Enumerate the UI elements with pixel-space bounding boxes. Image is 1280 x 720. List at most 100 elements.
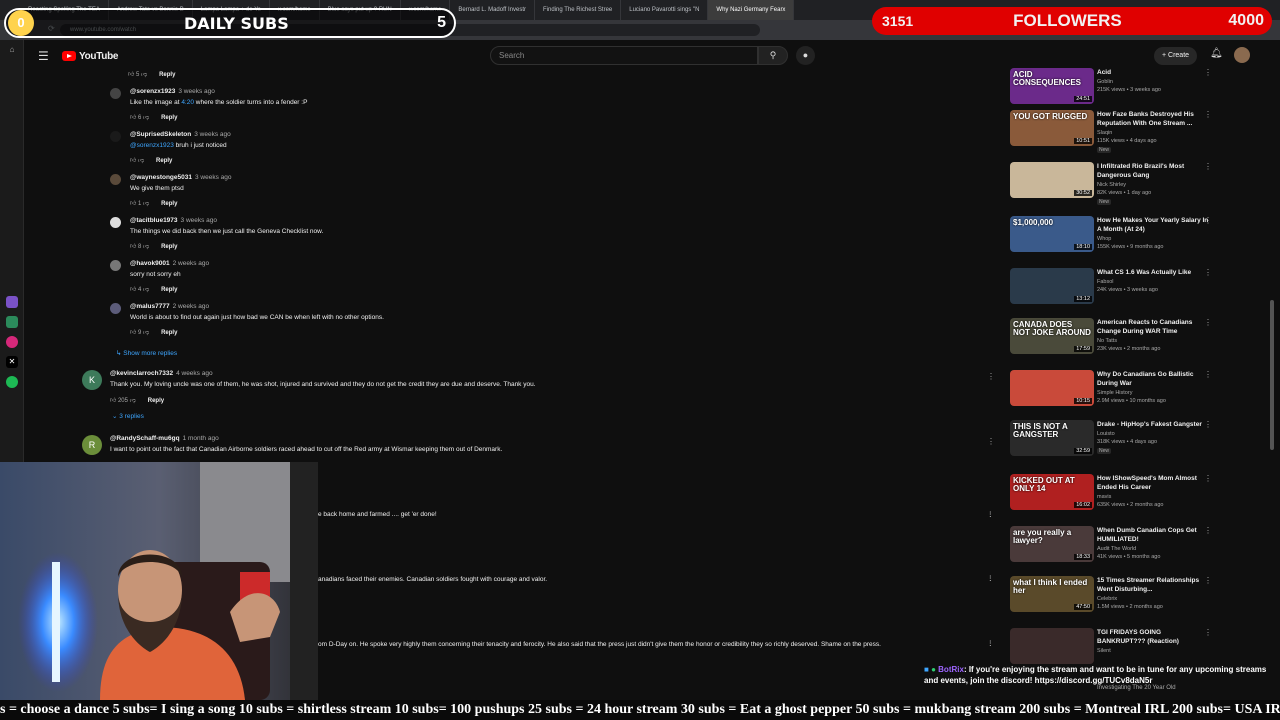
comment-author[interactable]: @waynestonge5031 3 weeks ago: [130, 174, 231, 181]
more-options-icon[interactable]: ⋮: [987, 639, 994, 647]
more-options-icon[interactable]: ⋮: [1204, 370, 1212, 379]
video-title[interactable]: TGI FRIDAYS GOING BANKRUPT??? (Reaction): [1097, 628, 1209, 646]
channel-name[interactable]: Fabsol: [1097, 279, 1114, 285]
comment-author[interactable]: @SuprisedSkeleton 3 weeks ago: [130, 131, 231, 138]
dislike-icon[interactable]: 👎︎: [143, 244, 149, 250]
reply-button[interactable]: Reply: [161, 201, 177, 207]
youtube-logo[interactable]: YouTube: [62, 51, 119, 62]
video-thumbnail[interactable]: 10:15: [1010, 370, 1094, 406]
video-title[interactable]: What CS 1.6 Was Actually Like: [1097, 268, 1209, 277]
more-options-icon[interactable]: ⋮: [1204, 526, 1212, 535]
notifications-bell-icon[interactable]: 🔔︎: [1210, 48, 1223, 59]
video-title[interactable]: How Faze Banks Destroyed His Reputation …: [1097, 110, 1209, 128]
more-options-icon[interactable]: ⋮: [1204, 68, 1212, 77]
more-options-icon[interactable]: ⋮: [1204, 576, 1212, 585]
video-thumbnail[interactable]: ACID CONSEQUENCES 24:51: [1010, 68, 1094, 104]
dislike-icon[interactable]: 👎︎: [143, 330, 149, 336]
reply-button[interactable]: Reply: [161, 244, 177, 250]
more-options-icon[interactable]: ⋮: [1204, 268, 1212, 277]
recommended-video[interactable]: CANADA DOES NOT JOKE AROUND 17:59 American…: [1008, 318, 1218, 368]
channel-name[interactable]: No Tatts: [1097, 338, 1117, 344]
channel-name[interactable]: Silent: [1097, 648, 1111, 654]
search-input[interactable]: Search: [490, 46, 758, 65]
video-thumbnail[interactable]: what I think I ended her 47:50: [1010, 576, 1094, 612]
avatar[interactable]: [110, 217, 121, 228]
app-icon[interactable]: [6, 316, 18, 328]
dislike-icon[interactable]: 👎︎: [130, 398, 136, 404]
more-options-icon[interactable]: ⋮: [987, 510, 994, 518]
more-options-icon[interactable]: ⋮: [1204, 216, 1212, 225]
browser-tab[interactable]: Finding The Richest Stree: [535, 0, 622, 20]
video-title[interactable]: 15 Times Streamer Relationships Went Dis…: [1097, 576, 1209, 594]
video-thumbnail[interactable]: KICKED OUT AT ONLY 14 16:02: [1010, 474, 1094, 510]
like-icon[interactable]: 👍︎: [130, 115, 136, 121]
menu-icon[interactable]: ☰: [38, 49, 52, 63]
dislike-icon[interactable]: 👎︎: [138, 158, 144, 164]
video-thumbnail[interactable]: are you really a lawyer? 18:33: [1010, 526, 1094, 562]
mention-link[interactable]: @sorenzx1923: [130, 142, 174, 149]
more-options-icon[interactable]: ⋮: [1204, 110, 1212, 119]
channel-name[interactable]: Celebrix: [1097, 596, 1117, 602]
recommended-video[interactable]: KICKED OUT AT ONLY 14 16:02 How IShowSpeed…: [1008, 474, 1218, 524]
page-scrollbar[interactable]: [1270, 300, 1274, 450]
video-thumbnail[interactable]: CANADA DOES NOT JOKE AROUND 17:59: [1010, 318, 1094, 354]
avatar[interactable]: [110, 303, 121, 314]
reply-button[interactable]: Reply: [156, 158, 172, 164]
video-thumbnail[interactable]: THIS IS NOT A GANGSTER 32:59: [1010, 420, 1094, 456]
video-title[interactable]: Drake - HipHop's Fakest Gangster: [1097, 420, 1209, 429]
video-thumbnail[interactable]: 30:52: [1010, 162, 1094, 198]
recommended-video[interactable]: $1,000,000 18:10 How He Makes Your Yearly …: [1008, 216, 1218, 266]
comment-author[interactable]: @kevinclarroch7332 4 weeks ago: [110, 370, 213, 377]
recommended-video[interactable]: 10:15 Why Do Canadians Go Ballistic Durin…: [1008, 370, 1218, 420]
comment-author[interactable]: @malus7777 2 weeks ago: [130, 303, 209, 310]
avatar[interactable]: R: [82, 435, 102, 455]
avatar[interactable]: K: [82, 370, 102, 390]
recommended-video[interactable]: what I think I ended her 47:50 15 Times St…: [1008, 576, 1218, 626]
video-title[interactable]: I Infiltrated Rio Brazil's Most Dangerou…: [1097, 162, 1209, 180]
channel-name[interactable]: Whop: [1097, 236, 1111, 242]
search-button[interactable]: ⚲: [758, 46, 788, 65]
more-options-icon[interactable]: ⋮: [1204, 318, 1212, 327]
reply-button[interactable]: Reply: [161, 115, 177, 121]
channel-name[interactable]: mavis: [1097, 494, 1111, 500]
channel-name[interactable]: Audit The World: [1097, 546, 1136, 552]
recommended-video[interactable]: 13:12 What CS 1.6 Was Actually Like Fabsol…: [1008, 268, 1218, 318]
like-icon[interactable]: 👍︎: [128, 72, 134, 78]
avatar[interactable]: [110, 260, 121, 271]
spotify-icon[interactable]: [6, 376, 18, 388]
view-replies-button[interactable]: ⌄ 3 replies: [112, 412, 144, 420]
show-more-replies-button[interactable]: ↳ Show more replies: [116, 349, 177, 357]
more-options-icon[interactable]: ⋮: [1204, 420, 1212, 429]
video-thumbnail[interactable]: $1,000,000 18:10: [1010, 216, 1094, 252]
recommended-video[interactable]: THIS IS NOT A GANGSTER 32:59 Drake - HipHo…: [1008, 420, 1218, 470]
create-button[interactable]: + Create: [1154, 47, 1198, 65]
browser-tab[interactable]: Bernard L. Madoff Investr: [450, 0, 535, 20]
video-title[interactable]: When Dumb Canadian Cops Get HUMILIATED!: [1097, 526, 1209, 544]
video-title[interactable]: Why Do Canadians Go Ballistic During War: [1097, 370, 1209, 388]
video-title[interactable]: How IShowSpeed's Mom Almost Ended His Ca…: [1097, 474, 1209, 492]
reply-button[interactable]: Reply: [148, 398, 164, 404]
dislike-icon[interactable]: 👎︎: [143, 115, 149, 121]
more-options-icon[interactable]: ⋮: [987, 437, 995, 446]
channel-name[interactable]: Simple History: [1097, 390, 1132, 396]
avatar[interactable]: [110, 131, 121, 142]
channel-name[interactable]: Louisto: [1097, 431, 1115, 437]
video-title[interactable]: Acid: [1097, 68, 1209, 77]
channel-name[interactable]: Goblin: [1097, 79, 1113, 85]
more-options-icon[interactable]: ⋮: [987, 372, 995, 381]
reply-button[interactable]: Reply: [161, 287, 177, 293]
account-avatar[interactable]: [1234, 47, 1250, 63]
home-icon[interactable]: ⌂: [6, 44, 18, 56]
channel-name[interactable]: Slaqin: [1097, 130, 1112, 136]
video-title[interactable]: How He Makes Your Yearly Salary In A Mon…: [1097, 216, 1209, 234]
video-thumbnail[interactable]: [1010, 628, 1094, 664]
reply-button[interactable]: Reply: [161, 330, 177, 336]
dislike-icon[interactable]: 👎︎: [143, 287, 149, 293]
video-thumbnail[interactable]: 13:12: [1010, 268, 1094, 304]
dislike-icon[interactable]: 👎︎: [141, 72, 147, 78]
more-options-icon[interactable]: ⋮: [987, 574, 994, 582]
video-title[interactable]: American Reacts to Canadians Change Duri…: [1097, 318, 1209, 336]
reply-button[interactable]: Reply: [159, 72, 175, 78]
comment-author[interactable]: @RandySchaff-mu6gq 1 month ago: [110, 435, 219, 442]
recommended-video[interactable]: are you really a lawyer? 18:33 When Dumb C…: [1008, 526, 1218, 576]
